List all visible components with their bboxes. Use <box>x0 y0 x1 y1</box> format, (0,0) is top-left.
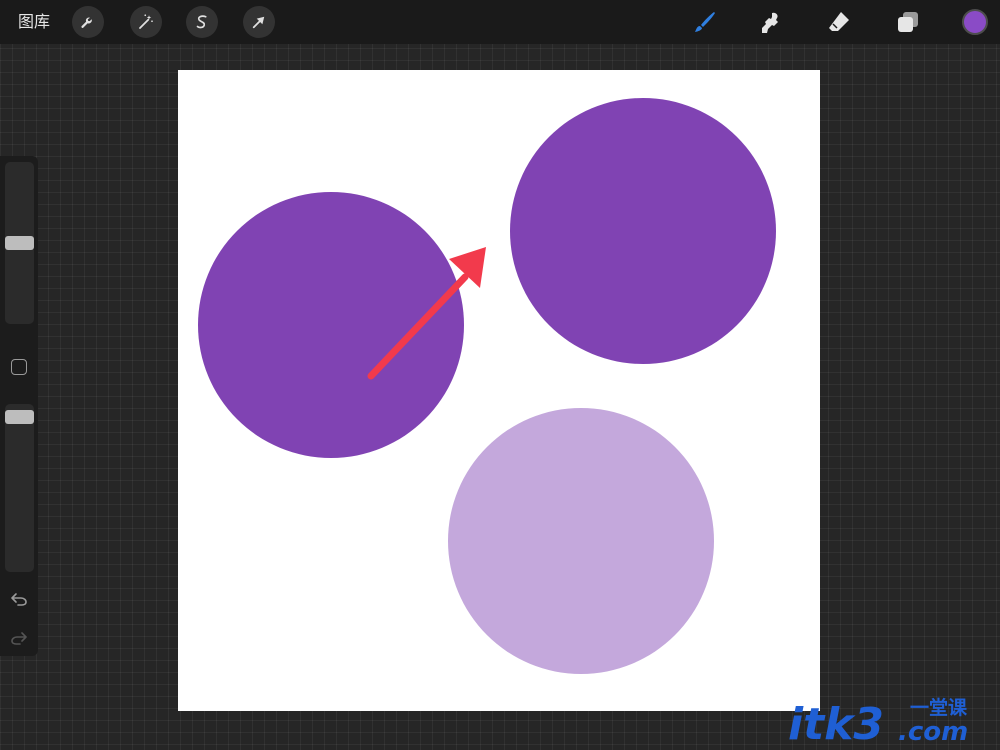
selection-button[interactable] <box>186 6 218 38</box>
cursor-arrow-icon <box>252 16 265 29</box>
layers-icon <box>898 12 918 32</box>
color-picker-swatch[interactable] <box>962 9 988 35</box>
brush-handle <box>701 12 715 27</box>
brush-opacity-slider-thumb[interactable] <box>5 410 34 424</box>
gallery-button[interactable]: 图库 <box>18 10 50 34</box>
layers-button[interactable] <box>893 7 923 37</box>
modify-button[interactable] <box>11 359 27 375</box>
adjustments-button[interactable] <box>130 6 162 38</box>
procreate-app: 图库 itk3 一堂课 .com <box>0 0 1000 750</box>
paint-brush-button[interactable] <box>690 7 720 37</box>
left-sidebar <box>0 156 38 656</box>
undo-button[interactable] <box>9 589 29 609</box>
magic-wand-icon <box>139 14 153 29</box>
brush-size-slider-thumb[interactable] <box>5 236 34 250</box>
undo-icon <box>11 593 27 606</box>
eraser-icon <box>829 12 849 31</box>
top-toolbar: 图库 <box>0 0 1000 44</box>
watermark-tag: 一堂课 <box>910 697 968 719</box>
brush-icon <box>695 12 715 32</box>
selection-s-icon <box>196 15 207 29</box>
purple-circle-top-right <box>510 98 776 364</box>
redo-button[interactable] <box>9 628 29 648</box>
purple-circle-left <box>198 192 464 458</box>
wrench-icon <box>81 17 92 28</box>
smudge-button[interactable] <box>756 7 786 37</box>
light-purple-circle-bottom <box>448 408 714 674</box>
transform-button[interactable] <box>243 6 275 38</box>
brush-opacity-slider[interactable] <box>5 404 34 572</box>
watermark-suffix: .com <box>898 717 968 746</box>
brush-tip <box>695 26 702 32</box>
eraser-button[interactable] <box>824 7 854 37</box>
redo-icon <box>11 632 27 645</box>
actions-button[interactable] <box>72 6 104 38</box>
drawing-canvas[interactable] <box>178 70 820 711</box>
smudge-icon <box>762 12 778 33</box>
